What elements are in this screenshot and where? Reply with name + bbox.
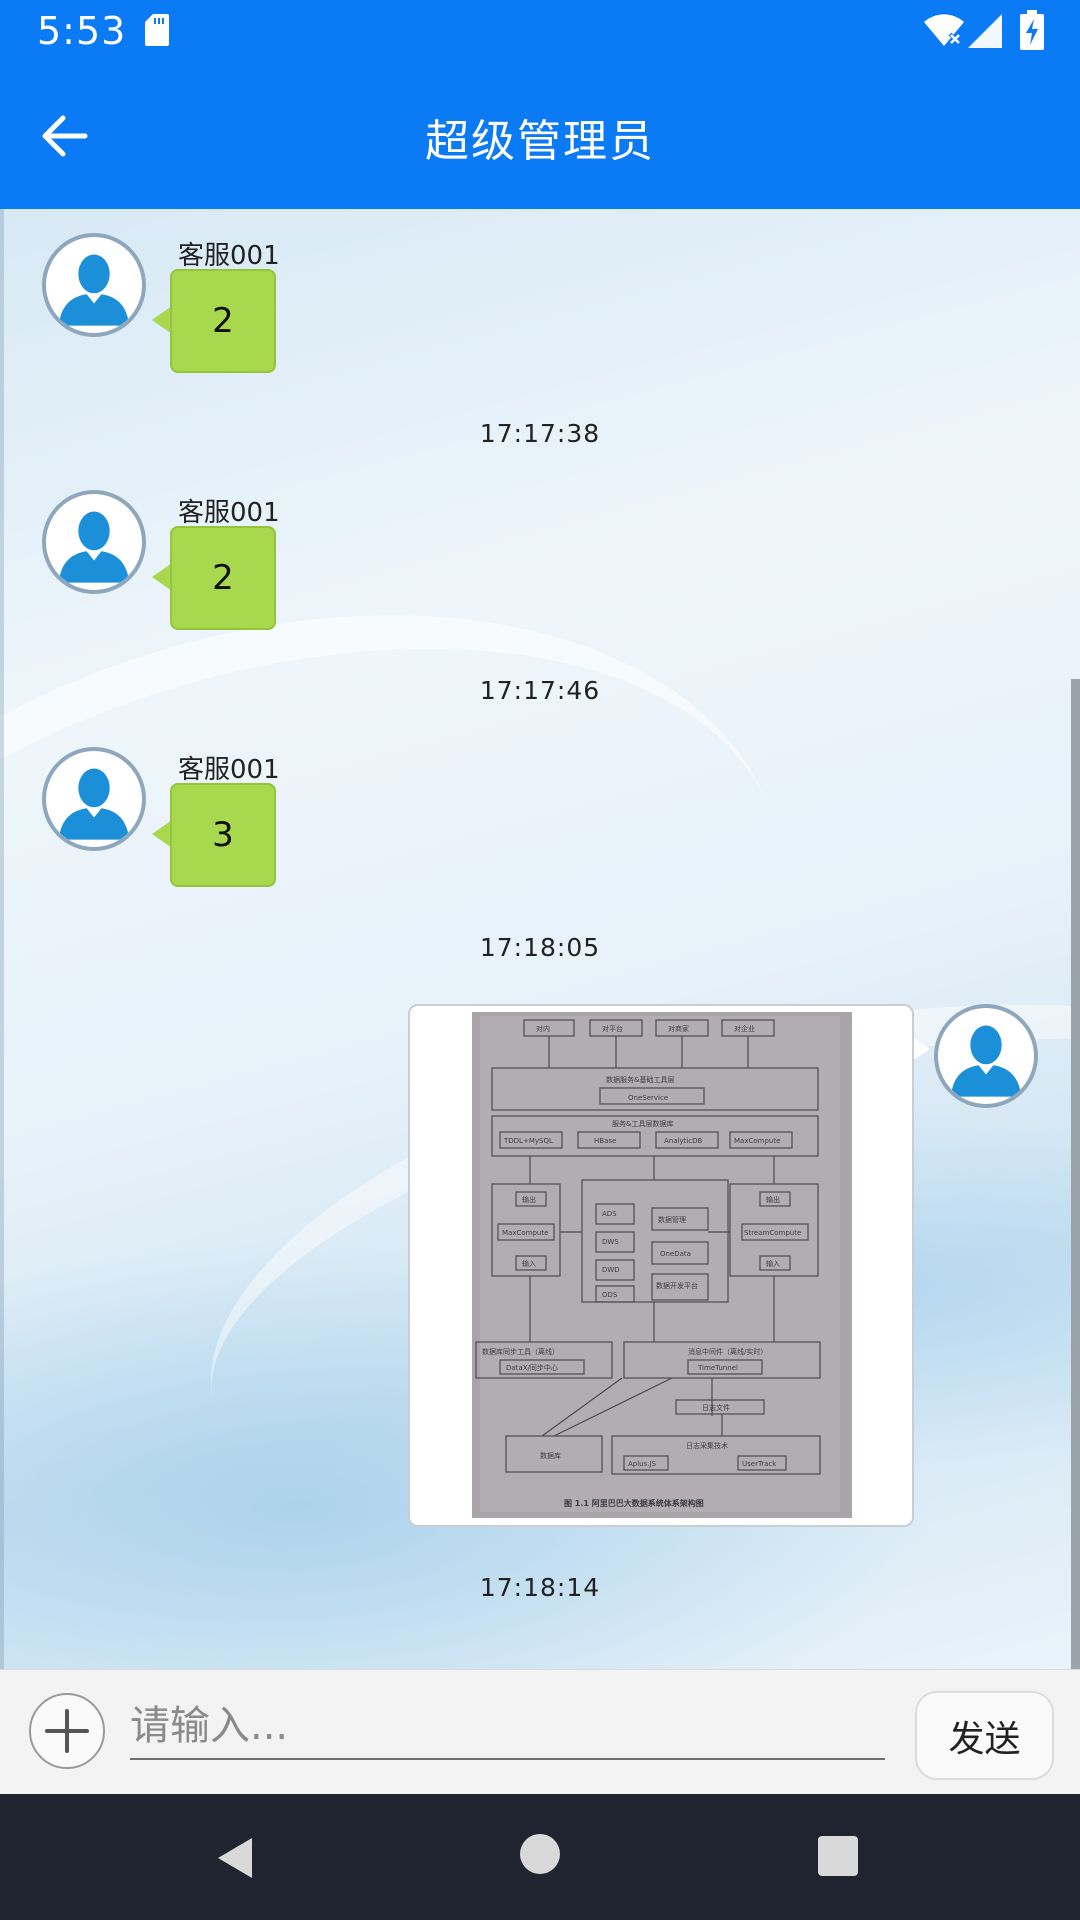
scrollbar[interactable] [1071, 679, 1080, 1669]
diagram-label: 消息中间件（离线/实时） [688, 1347, 767, 1356]
diagram-label: 数据库同步工具（离线） [482, 1347, 559, 1356]
diagram-label: ODS [602, 1291, 618, 1299]
diagram-label: 对内 [536, 1024, 550, 1033]
image-message-bubble[interactable]: 对内 对平台 对商家 对企业 数据服务&基础工具层 OneService 服务&… [408, 1004, 914, 1527]
diagram-label: DWS [602, 1238, 619, 1246]
diagram-label: DataX/同步中心 [506, 1363, 558, 1372]
diagram-label: 输入 [766, 1259, 780, 1268]
send-button[interactable]: 发送 [915, 1691, 1054, 1780]
avatar[interactable] [42, 747, 146, 851]
input-bar: 发送 [0, 1669, 1080, 1794]
user-avatar-icon [49, 240, 139, 330]
message-timestamp: 17:17:46 [479, 676, 601, 705]
sender-name: 客服001 [178, 755, 280, 785]
sender-name: 客服001 [178, 241, 280, 271]
diagram-label: 数据服务&基础工具层 [606, 1075, 674, 1084]
signal-icon [968, 14, 1002, 48]
architecture-diagram: 对内 对平台 对商家 对企业 数据服务&基础工具层 OneService 服务&… [472, 1012, 852, 1518]
diagram-label: 输出 [522, 1195, 536, 1204]
diagram-label: DWD [602, 1266, 620, 1274]
avatar[interactable] [934, 1004, 1038, 1108]
diagram-label: AnalyticDB [664, 1137, 703, 1145]
diagram-label: 数据管理 [658, 1215, 686, 1224]
diagram-label: 对商家 [668, 1024, 689, 1033]
battery-icon [1020, 10, 1044, 50]
diagram-label: ADS [602, 1210, 617, 1218]
diagram-label: 数据库 [540, 1451, 561, 1460]
plus-icon [45, 1709, 89, 1753]
diagram-label: 日志文件 [702, 1403, 730, 1412]
wifi-icon [924, 14, 964, 46]
recents-square-icon[interactable] [818, 1836, 858, 1876]
diagram-caption: 图 1.1 阿里巴巴大数据系统体系架构图 [564, 1498, 704, 1508]
sd-card-icon [145, 14, 169, 46]
bubble-tail [912, 1037, 930, 1061]
diagram-label: HBase [594, 1137, 616, 1145]
message-bubble[interactable]: 3 [170, 783, 276, 887]
status-time: 5:53 [37, 9, 127, 53]
user-avatar-icon [941, 1011, 1031, 1101]
diagram-label: 对平台 [602, 1024, 623, 1033]
user-avatar-icon [49, 754, 139, 844]
diagram-label: OneData [660, 1250, 691, 1258]
diagram-label: 输出 [766, 1195, 780, 1204]
diagram-label: 数据开发平台 [656, 1281, 698, 1290]
message-input[interactable] [130, 1694, 885, 1760]
bubble-tail [152, 563, 172, 591]
architecture-diagram-photo[interactable]: 对内 对平台 对商家 对企业 数据服务&基础工具层 OneService 服务&… [472, 1012, 852, 1518]
bubble-tail [152, 306, 172, 334]
sender-name: 客服001 [178, 498, 280, 528]
message-timestamp: 17:18:14 [479, 1573, 601, 1602]
navigation-bar [0, 1794, 1080, 1920]
diagram-label: MaxCompute [734, 1137, 780, 1145]
bubble-tail [152, 820, 172, 848]
home-circle-icon[interactable] [520, 1834, 560, 1874]
diagram-label: TimeTunnel [697, 1364, 738, 1372]
diagram-label: Aplus.JS [628, 1460, 657, 1468]
chat-area[interactable]: 客服001 2 17:17:38 客服001 2 17:17:46 客服001 … [0, 209, 1080, 1669]
diagram-label: 服务&工具层数据库 [612, 1119, 673, 1128]
diagram-label: TDDL+MySQL [503, 1137, 553, 1145]
diagram-label: UserTrack [742, 1460, 777, 1468]
app-bar: 超级管理员 [0, 63, 1080, 209]
page-title: 超级管理员 [425, 116, 655, 167]
add-button[interactable] [29, 1693, 105, 1769]
status-bar: 5:53 [0, 0, 1080, 63]
message-bubble[interactable]: 2 [170, 526, 276, 630]
user-avatar-icon [49, 497, 139, 587]
back-triangle-icon[interactable] [212, 1834, 260, 1882]
diagram-label: StreamCompute [744, 1229, 801, 1237]
diagram-label: 日志采集技术 [686, 1441, 728, 1450]
diagram-label: 对企业 [734, 1024, 755, 1033]
diagram-label: MaxCompute [502, 1229, 548, 1237]
message-timestamp: 17:18:05 [479, 933, 601, 962]
avatar[interactable] [42, 233, 146, 337]
avatar[interactable] [42, 490, 146, 594]
diagram-label: 输入 [522, 1259, 536, 1268]
message-timestamp: 17:17:38 [479, 419, 601, 448]
message-bubble[interactable]: 2 [170, 269, 276, 373]
diagram-label: OneService [628, 1094, 668, 1102]
